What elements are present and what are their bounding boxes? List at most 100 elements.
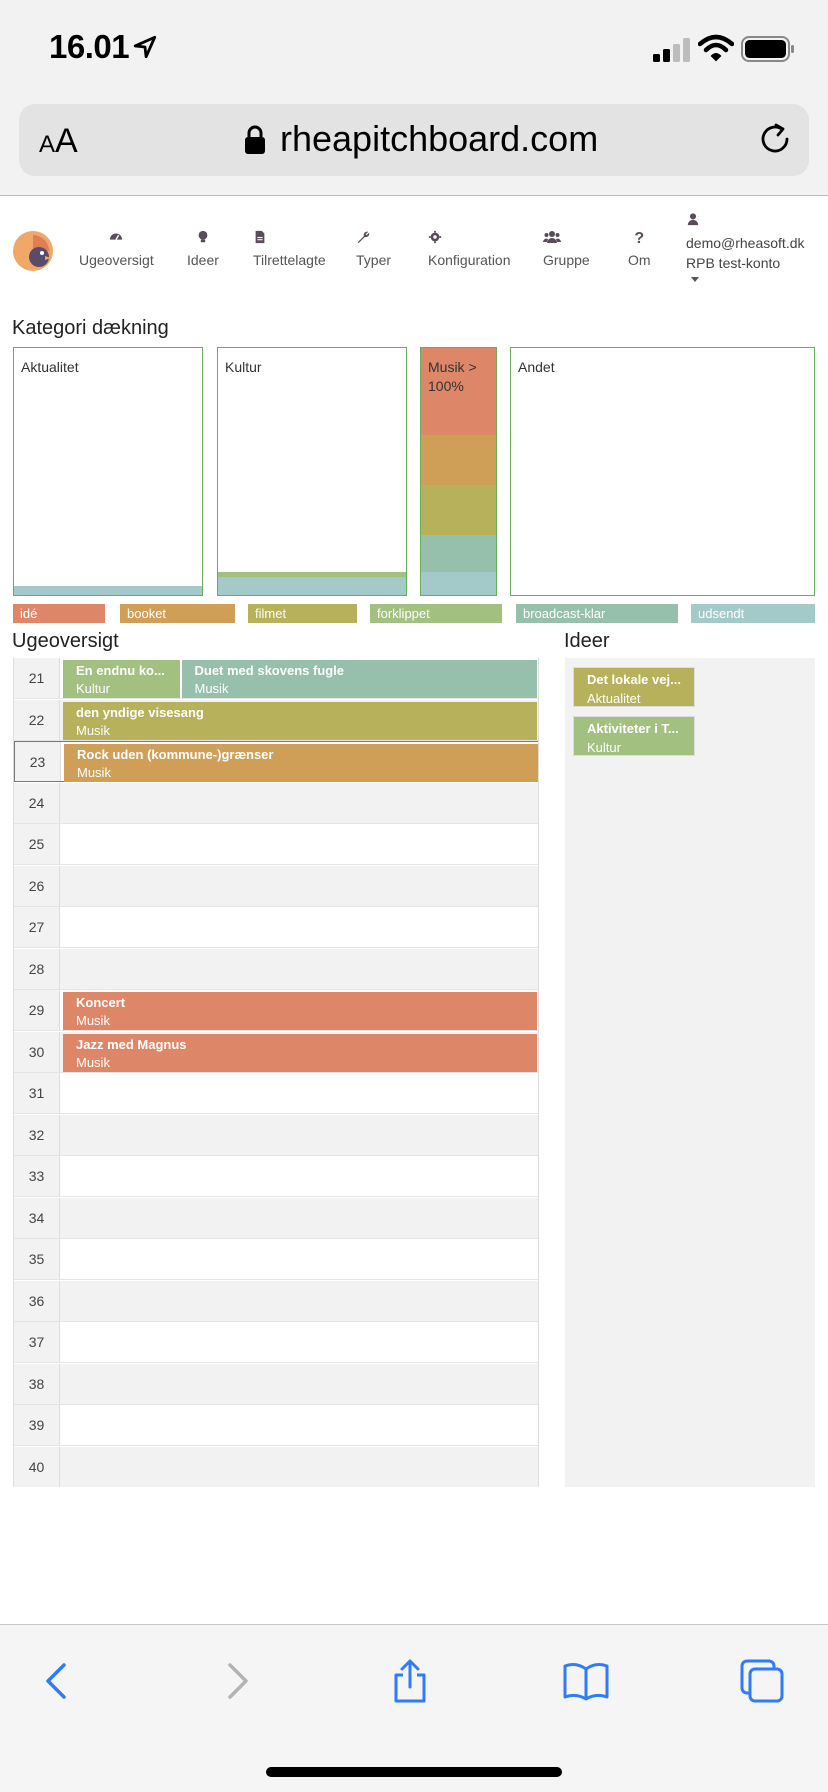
wifi-icon [698,34,734,62]
week-number: 26 [14,865,60,906]
app-navbar: Ugeoversigt Ideer Tilrettelagte Typer Ko… [0,197,828,293]
text-size-button[interactable]: AA [39,122,78,161]
week-row[interactable]: 37 [14,1322,538,1363]
week-number: 38 [14,1363,60,1404]
week-row[interactable]: 22 den yndige visesang Musik [14,699,538,741]
share-icon[interactable] [386,1657,434,1705]
coverage-musik[interactable]: Musik > 100% [420,347,497,596]
week-row[interactable]: 24 [14,782,538,824]
entry-title: Rock uden (kommune-)grænser [77,747,274,762]
idea-card[interactable]: Aktiviteter i T... Kultur [573,716,695,756]
entry-title: Jazz med Magnus [76,1036,187,1052]
idea-title: Aktiviteter i T... [587,721,679,736]
tabs-icon[interactable] [738,1657,786,1705]
week-entry-card[interactable]: den yndige visesang Musik [63,701,537,740]
week-row[interactable]: 27 [14,907,538,948]
weekly-title: Ugeoversigt [12,630,119,652]
legend-udsendt: udsendt [691,604,815,623]
week-number: 36 [14,1280,60,1321]
week-row[interactable]: 28 [14,948,538,990]
url-text: rheapitchboard.com [280,118,599,159]
user-email: demo@rheasoft.dk [686,235,805,251]
address-bar[interactable]: AA rheapitchboard.com [19,104,809,176]
coverage-title: Kategori dækning [12,317,169,339]
coverage-andet[interactable]: Andet [510,347,815,596]
idea-card[interactable]: Det lokale vej... Aktualitet [573,667,695,707]
week-number: 25 [14,824,60,864]
dashboard-icon [110,233,123,240]
week-row[interactable]: 33 [14,1156,538,1197]
app-logo[interactable] [13,231,53,271]
status-bar: 16.01 [0,0,828,98]
question-icon: ? [634,230,645,247]
coverage-segment-udsendt [421,572,496,595]
week-entry-card[interactable]: Jazz med Magnus Musik [63,1033,537,1072]
nav-konfiguration[interactable]: Konfiguration [428,230,511,268]
week-entry-card[interactable]: Rock uden (kommune-)grænser Musik [64,744,538,782]
nav-ideer[interactable]: Ideer [187,230,219,268]
week-row[interactable]: 26 [14,865,538,907]
lock-icon [245,125,265,154]
location-arrow-icon [133,35,157,59]
entry-category: Musik [194,681,229,696]
week-number: 22 [14,699,60,740]
nav-ugeoversigt[interactable]: Ugeoversigt [79,230,154,268]
week-row[interactable]: 36 [14,1280,538,1322]
back-icon[interactable] [34,1657,82,1705]
entry-category: Musik [76,722,110,738]
entry-category: Musik [76,1013,110,1028]
nav-gruppe[interactable]: Gruppe [543,230,590,268]
account-name: RPB test-konto [686,255,781,271]
bookmarks-icon[interactable] [562,1657,610,1705]
week-row[interactable]: 25 [14,824,538,865]
idea-title: Det lokale vej... [587,672,681,687]
user-icon [687,213,699,226]
week-row[interactable]: 32 [14,1114,538,1156]
nav-typer[interactable]: Typer [356,230,391,268]
coverage-segment-broadcast-klar [421,535,496,572]
week-row[interactable]: 34 [14,1197,538,1239]
coverage-aktualitet[interactable]: Aktualitet [13,347,203,596]
week-number: 21 [14,658,60,698]
idea-category: Aktualitet [587,691,641,706]
week-number: 24 [14,782,60,823]
week-entry-card[interactable]: Koncert Musik [63,992,537,1030]
week-entry-card[interactable]: Duet med skovens fugle Musik [181,660,537,698]
reload-icon[interactable] [757,121,793,157]
entry-category: Musik [76,1054,110,1070]
nav-tilrettelagte[interactable]: Tilrettelagte [253,230,326,268]
entry-category: Musik [77,765,111,780]
week-entry-card[interactable]: En endnu ko... Kultur [63,660,180,698]
legend-ide: idé [13,604,105,623]
forward-icon[interactable] [212,1657,260,1705]
coverage-label: Musik > 100% [428,359,477,394]
week-row[interactable]: 21 En endnu ko... Kultur Duet med skovens f… [14,658,538,699]
lightbulb-icon [198,230,208,243]
ideas-panel: Det lokale vej... Aktualitet Aktiviteter i… [565,658,815,1487]
entry-title: En endnu ko... [76,663,165,678]
week-number: 30 [14,1031,60,1072]
week-row[interactable]: 23 Rock uden (kommune-)grænser Musik [14,741,538,782]
document-icon [255,230,265,244]
week-row[interactable]: 38 [14,1363,538,1405]
week-row[interactable]: 30 Jazz med Magnus Musik [14,1031,538,1073]
week-row[interactable]: 29 Koncert Musik [14,990,538,1031]
week-row[interactable]: 39 [14,1405,538,1446]
week-row[interactable]: 40 [14,1446,538,1487]
week-number: 39 [14,1405,60,1445]
week-number: 28 [14,948,60,989]
entry-title: den yndige visesang [76,704,204,720]
nav-om[interactable]: ? Om [628,230,651,268]
entry-title: Duet med skovens fugle [194,663,345,678]
week-number: 29 [14,990,60,1030]
week-number: 33 [14,1156,60,1196]
user-menu[interactable]: demo@rheasoft.dk RPB test-konto [686,211,805,282]
week-number: 34 [14,1197,60,1238]
week-row[interactable]: 35 [14,1239,538,1280]
idea-category: Kultur [587,740,621,755]
week-row[interactable]: 31 [14,1073,538,1114]
coverage-kultur[interactable]: Kultur [217,347,407,596]
users-icon [543,231,561,243]
week-grid: 21 En endnu ko... Kultur Duet med skovens f… [13,658,539,1487]
browser-toolbar: AA rheapitchboard.com [0,98,828,196]
